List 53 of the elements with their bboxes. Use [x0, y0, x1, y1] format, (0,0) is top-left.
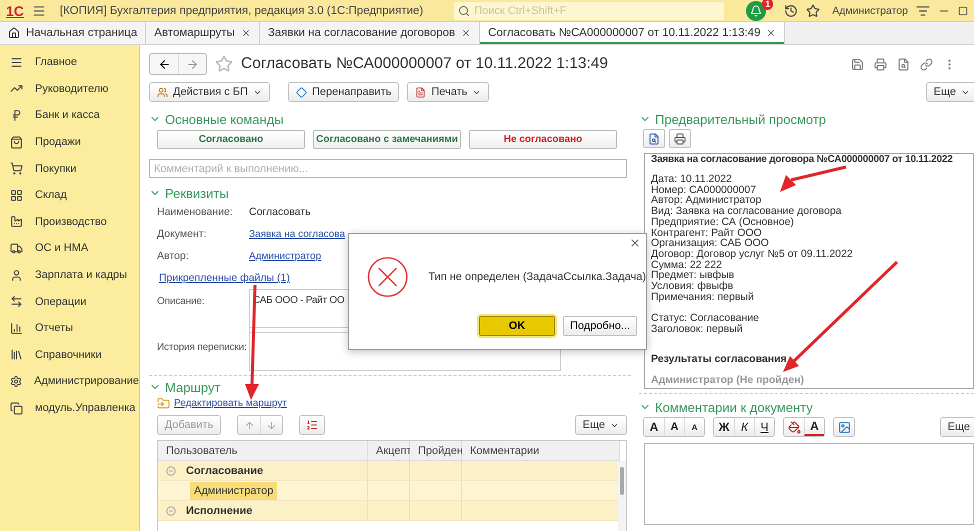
field-label: Автор:: [157, 250, 190, 262]
table-cell-text: Исполнение: [185, 504, 254, 518]
field-label: Наименование:: [157, 206, 234, 218]
tab-label: Автомаршруты: [154, 27, 235, 39]
table-cell-text: Согласование: [185, 464, 264, 478]
sidebar-label: Отчеты: [35, 322, 74, 334]
column-header: Пройден: [410, 441, 462, 461]
dialog-message: Тип не определен (ЗадачаСсылка.Задача): [428, 271, 646, 283]
sidebar-label: ОС и НМА: [35, 242, 88, 254]
result-line: Администратор (Не пройден): [651, 374, 806, 386]
sidebar-label: Операции: [35, 296, 86, 308]
notification-count: 1: [762, 0, 774, 10]
sidebar-label: Склад: [35, 189, 67, 202]
preview-line: Дата: 10.11.2022: [651, 174, 733, 185]
preview-line: Статус: Согласование: [651, 313, 760, 324]
sidebar-label: Зарплата и кадры: [35, 269, 128, 282]
preview-line: Заголовок: первый: [651, 324, 744, 335]
table-cell: Администратор: [190, 482, 278, 500]
sidebar-label: Продажи: [35, 136, 81, 148]
preview-line: Предмет: ывфыв: [651, 270, 736, 282]
preview-line: Предприятие: СА (Основное): [651, 216, 795, 228]
field-value: Согласовать: [249, 206, 311, 218]
preview-line: Автор: Администратор: [651, 195, 762, 206]
column-header: Акцепт: [368, 441, 410, 461]
sidebar-label: Покупки: [35, 162, 76, 175]
sidebar-label: модуль.Управленка: [35, 402, 136, 414]
column-header: Комментарии: [462, 441, 620, 461]
preview-line: Примечания: первый: [651, 292, 755, 302]
window-title: [КОПИЯ] Бухгалтерия предприятия, редакция 3.0 (1С:Предприятие): [60, 4, 424, 16]
app-logo: 1С: [6, 2, 24, 18]
preview-line: Договор: Договор услуг №5 от 09.11.2022: [651, 248, 854, 260]
preview-line: Контрагент: Райт ООО: [651, 228, 762, 238]
sidebar-label: Главное: [35, 56, 78, 68]
field-label: Документ:: [157, 228, 208, 240]
sidebar-label: Производство: [35, 216, 107, 228]
preview-line: Организация: САБ ООО: [651, 238, 770, 249]
preview-line: Сумма: 22 222: [651, 260, 722, 270]
preview-line: Условия: фвыфв: [651, 281, 734, 292]
tab-label: Начальная страница: [26, 27, 138, 39]
sidebar-label: Руководителю: [35, 82, 108, 95]
preview-heading: Заявка на согласование договора №СА000000007 от 10.11.2022: [651, 154, 954, 166]
preview-line: Номер: СА000000007: [651, 184, 756, 196]
form-title: Согласовать №СА000000007 от 10.11.2022 1:13:49: [241, 55, 608, 73]
results-title: Результаты согласования: [651, 352, 788, 365]
sidebar-label: Администрирование: [34, 375, 139, 388]
column-header: Пользователь: [158, 441, 368, 461]
field-label: Описание:: [157, 295, 206, 308]
sidebar-label: Банк и касса: [35, 109, 100, 122]
tab-label: Согласовать №СА000000007 от 10.11.2022 1:13:49: [488, 27, 760, 39]
tab-label: Заявки на согласование договоров: [268, 27, 456, 39]
field-label: История переписки:: [157, 341, 248, 354]
preview-line: Вид: Заявка на согласование договора: [651, 206, 842, 217]
sidebar-label: Справочники: [35, 348, 102, 361]
